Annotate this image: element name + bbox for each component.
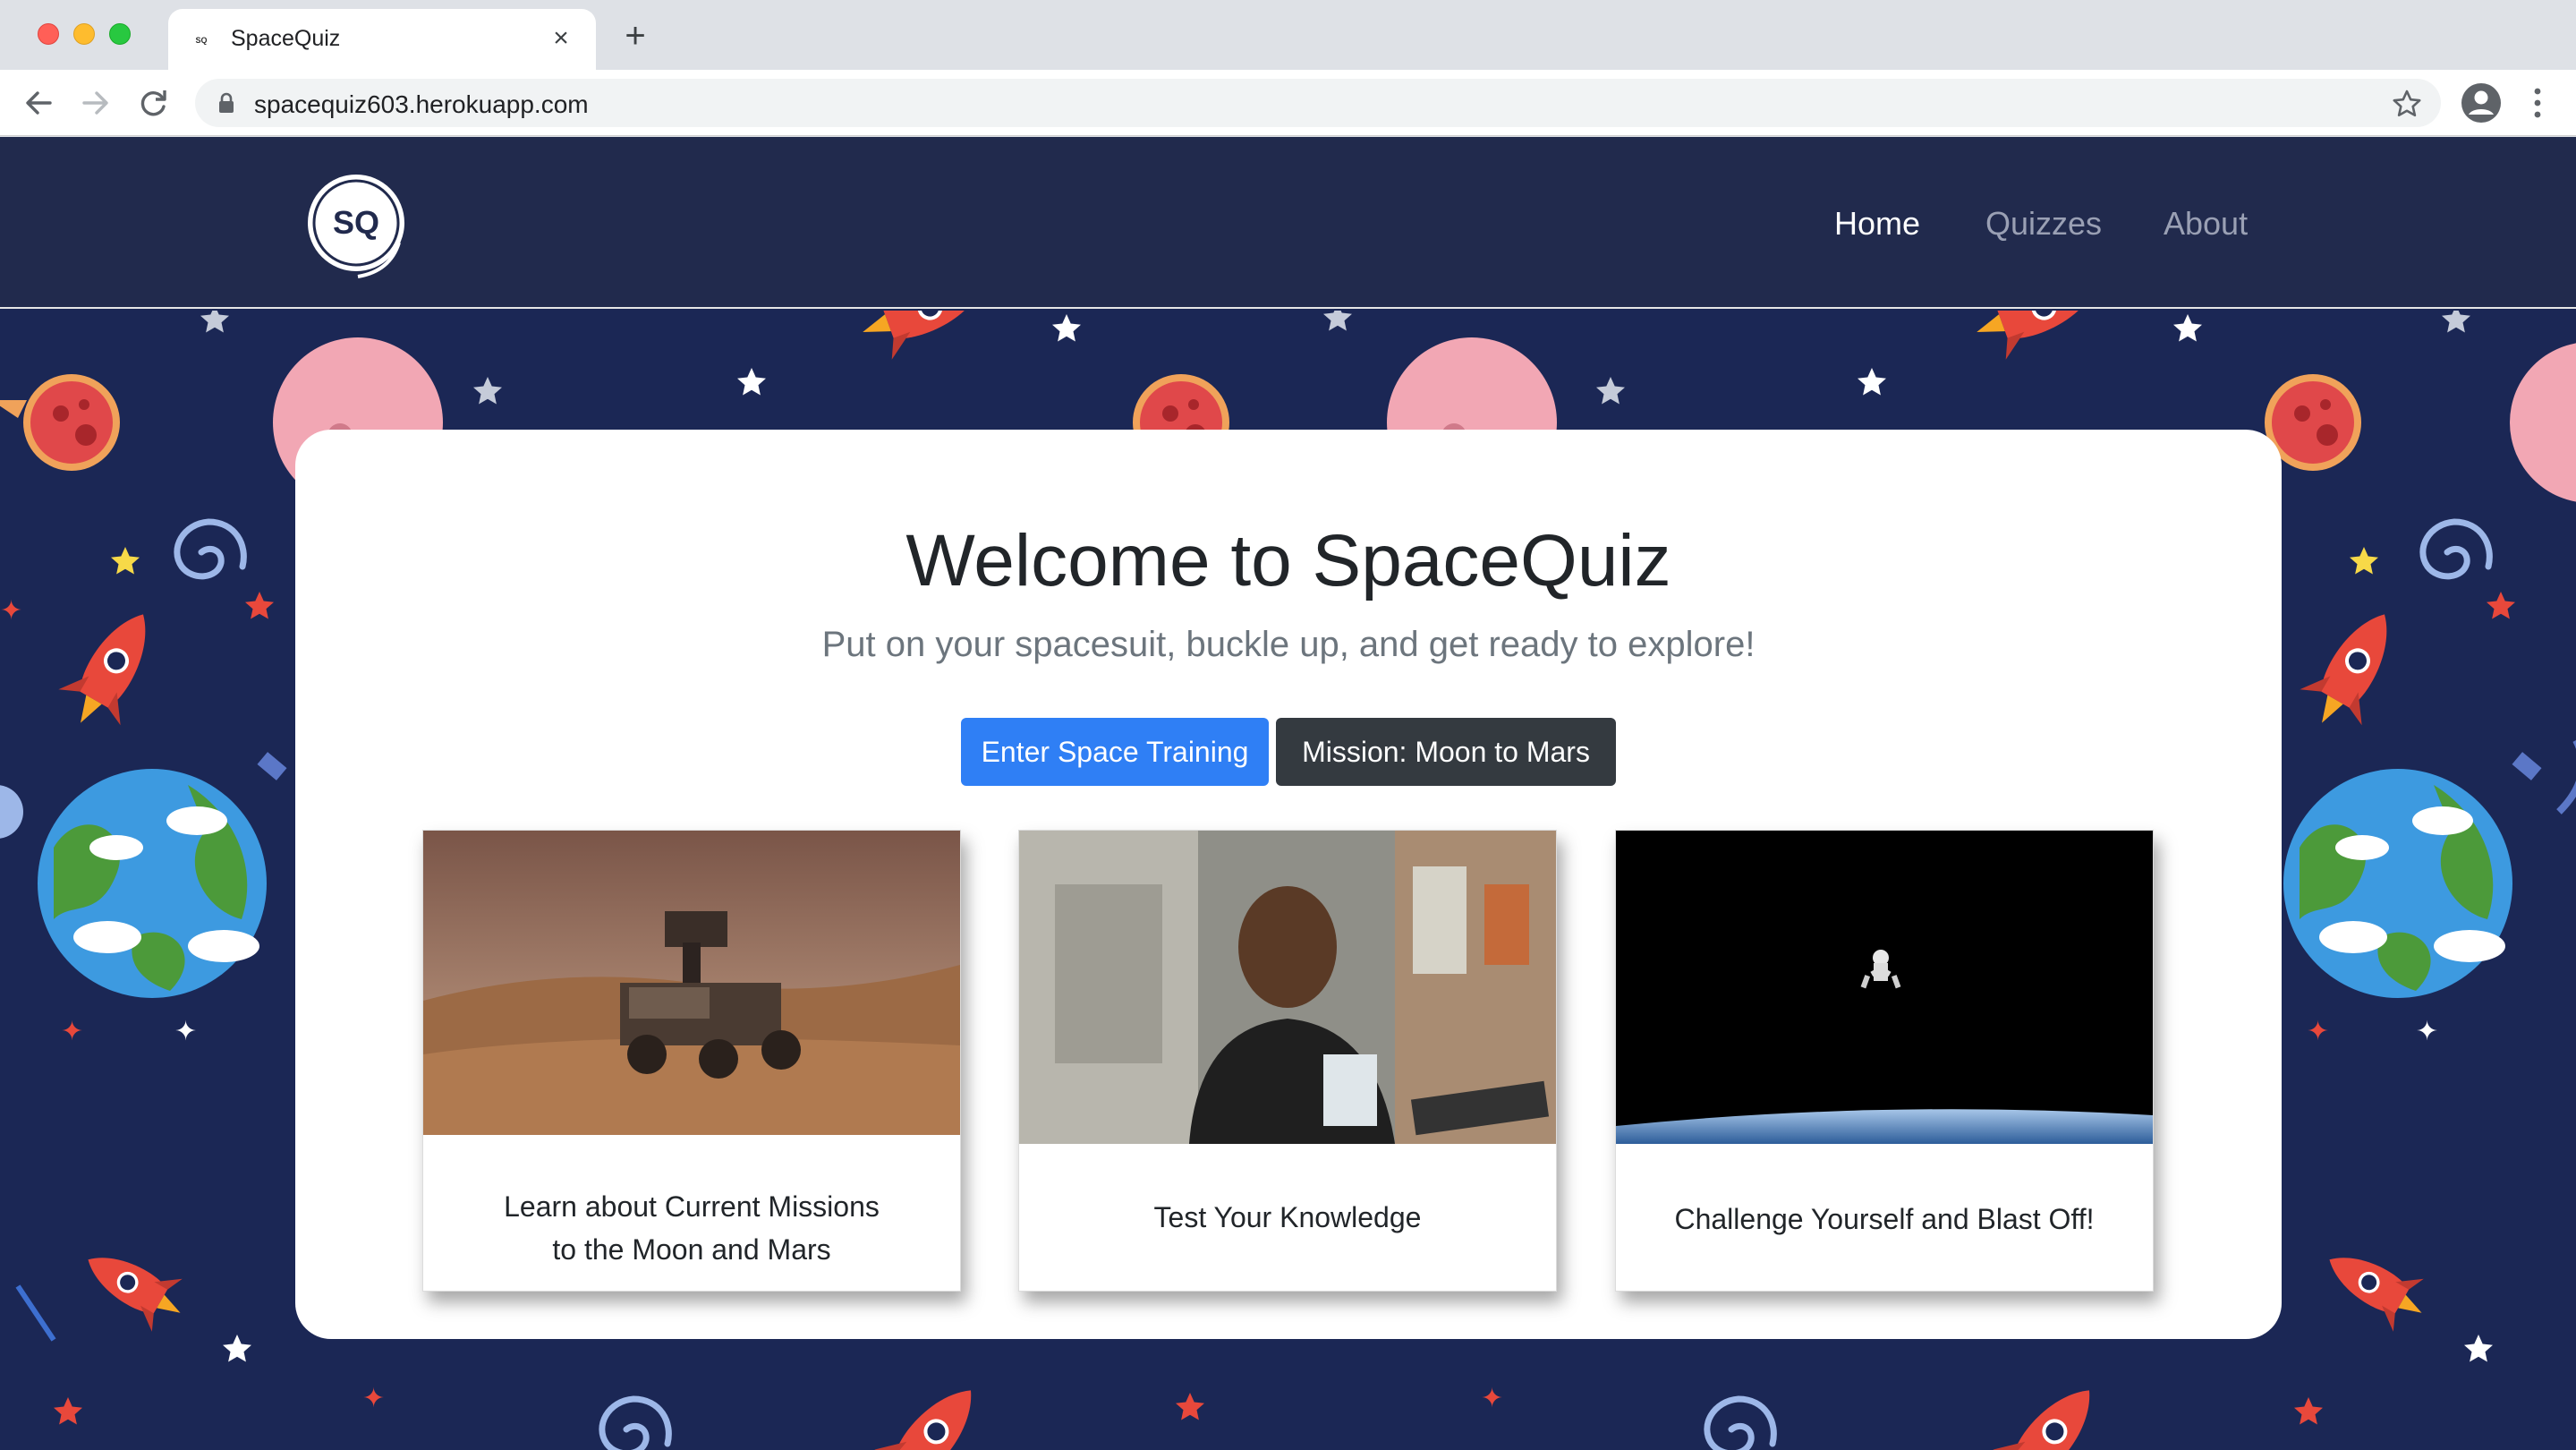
web-page: SQ Home Quizzes About ✦ ✦ ✦ ✦ ✦ ✦ ✦ Welc… — [0, 137, 2576, 1450]
forward-button[interactable] — [73, 81, 118, 125]
hero-title: Welcome to SpaceQuiz — [905, 520, 1671, 601]
enter-space-training-button[interactable]: Enter Space Training — [961, 718, 1269, 786]
minimize-window-button[interactable] — [73, 23, 95, 45]
svg-text:✦: ✦ — [61, 1016, 83, 1047]
tab-title: SpaceQuiz — [231, 26, 341, 51]
spacequiz-logo[interactable]: SQ — [301, 171, 417, 278]
nav-about-link[interactable]: About — [2164, 205, 2248, 243]
maximize-window-button[interactable] — [109, 23, 131, 45]
arrow-left-icon — [26, 91, 52, 115]
card-missions-line1: Learn about Current Missions — [504, 1190, 880, 1223]
card-missions[interactable]: Learn about Current Missions to the Moon… — [422, 830, 961, 1292]
new-tab-button[interactable]: + — [617, 18, 653, 55]
logo-text: SQ — [333, 204, 379, 241]
site-navbar: SQ Home Quizzes About — [0, 137, 2576, 309]
bookmark-star-icon[interactable] — [2391, 88, 2423, 120]
card-missions-line2: to the Moon and Mars — [552, 1233, 831, 1266]
reload-button[interactable] — [131, 81, 175, 125]
nav-home-link[interactable]: Home — [1834, 205, 1920, 243]
astronaut-in-station-photo — [1019, 831, 1556, 1144]
profile-icon[interactable] — [2459, 81, 2504, 125]
svg-text:✦: ✦ — [1481, 1383, 1503, 1414]
close-window-button[interactable] — [38, 23, 59, 45]
card-missions-text: Learn about Current Missions to the Moon… — [423, 1185, 960, 1271]
hero-subtitle: Put on your spacesuit, buckle up, and ge… — [821, 625, 1756, 664]
browser-toolbar: spacequiz603.herokuapp.com — [0, 70, 2576, 136]
svg-text:✦: ✦ — [174, 1016, 197, 1047]
browser-tab[interactable]: SQ SpaceQuiz × — [168, 9, 596, 70]
spacewalk-over-earth-photo — [1616, 831, 2153, 1144]
card-knowledge[interactable]: Test Your Knowledge — [1018, 830, 1557, 1292]
card-challenge-text: Challenge Yourself and Blast Off! — [1674, 1203, 2095, 1235]
svg-text:✦: ✦ — [362, 1383, 385, 1414]
mission-moon-to-mars-button[interactable]: Mission: Moon to Mars — [1276, 718, 1616, 786]
menu-kebab-icon[interactable] — [2521, 82, 2554, 124]
tab-close-icon[interactable]: × — [546, 23, 576, 54]
url-text: spacequiz603.herokuapp.com — [254, 90, 589, 118]
lock-icon — [219, 92, 234, 113]
back-button[interactable] — [16, 81, 61, 125]
favicon-icon: SQ — [195, 36, 208, 45]
mars-rover-photo — [423, 831, 960, 1135]
address-bar[interactable]: spacequiz603.herokuapp.com — [195, 79, 2441, 127]
nav-quizzes-link[interactable]: Quizzes — [1985, 205, 2102, 243]
svg-text:✦: ✦ — [2307, 1016, 2329, 1047]
card-knowledge-text: Test Your Knowledge — [1153, 1201, 1422, 1233]
svg-text:✦: ✦ — [2416, 1016, 2438, 1047]
browser-tabstrip: SQ SpaceQuiz × + — [0, 0, 2576, 70]
reload-icon — [140, 90, 166, 116]
svg-text:✦: ✦ — [0, 595, 22, 627]
card-challenge[interactable]: Challenge Yourself and Blast Off! — [1615, 830, 2154, 1292]
arrow-right-icon — [82, 91, 108, 115]
